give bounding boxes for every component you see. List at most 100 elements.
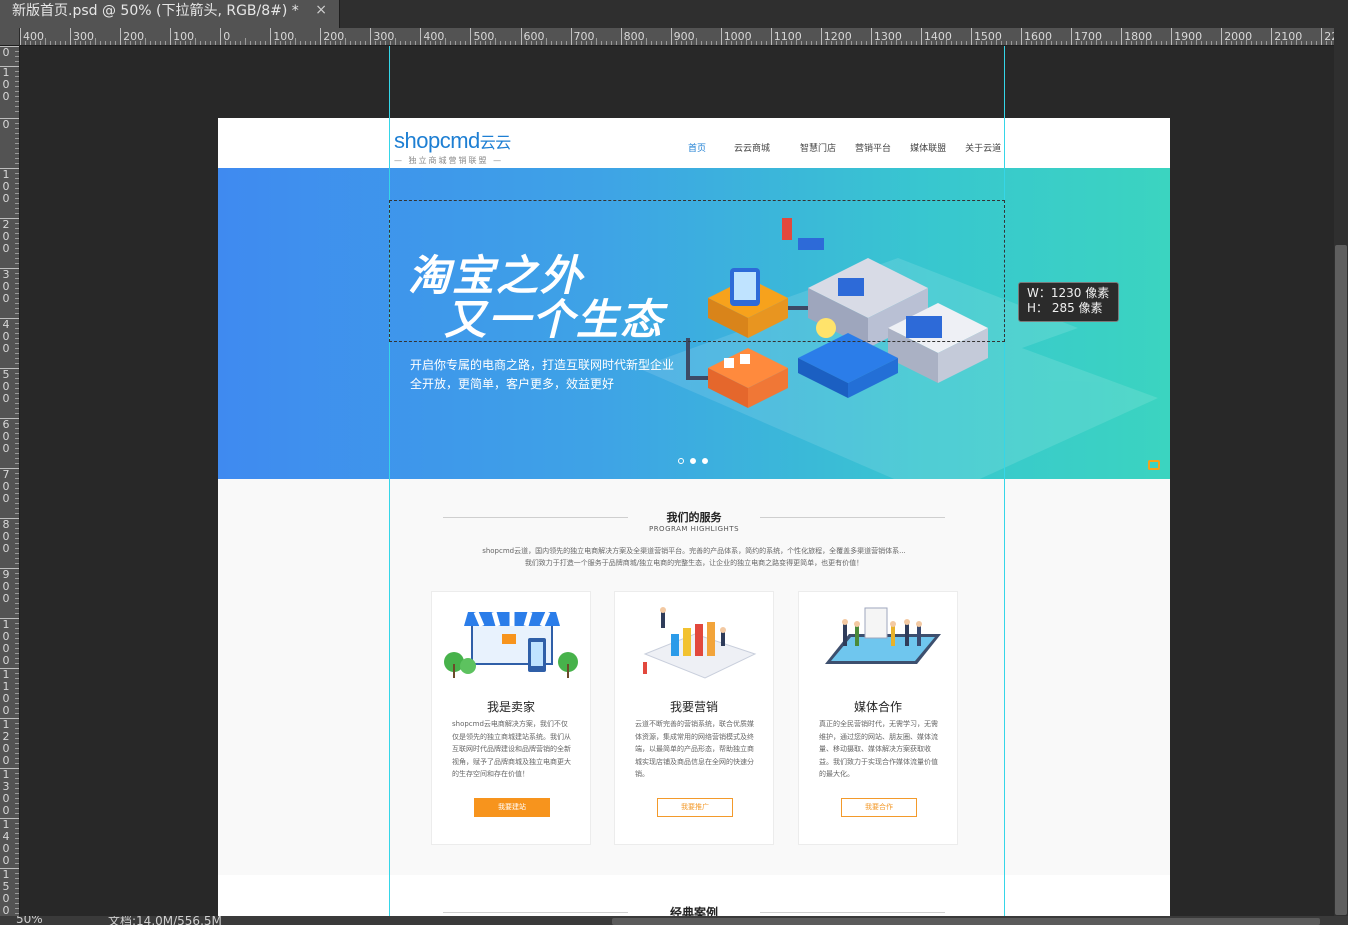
- ruler-tick: [305, 41, 307, 45]
- ruler-tick: [15, 398, 19, 399]
- service-card-marketing[interactable]: 我要营销 云道不断完善的营销系统，联合优质媒体资源，集成常用的网络营销模式及终端…: [614, 591, 774, 845]
- ruler-tick: [15, 378, 19, 379]
- ruler-tick: [15, 143, 19, 144]
- ruler-tick: [1176, 41, 1178, 45]
- ruler-tick: [15, 583, 19, 584]
- ruler-tick: [15, 438, 19, 439]
- ruler-tick: [15, 298, 19, 299]
- ruler-tick: [15, 263, 19, 264]
- ruler-tick: [15, 878, 19, 879]
- ruler-tick: [15, 888, 19, 889]
- ruler-tick: [15, 493, 19, 494]
- ruler-tick: [15, 238, 19, 239]
- ruler-tick: [15, 413, 19, 414]
- nav-item-media[interactable]: 媒体联盟: [910, 141, 946, 154]
- horizontal-ruler[interactable]: 400 300 200 100 0 100 200 300 400 500 600 700 800 900…: [20, 28, 1334, 46]
- ruler-tick: [825, 41, 827, 45]
- services-section: 我们的服务 PROGRAM HIGHLIGHTS shopcmd云道，国内领先的…: [218, 479, 1170, 875]
- marquee-selection[interactable]: [389, 200, 1005, 342]
- ruler-tick: [255, 41, 257, 45]
- service-card-media[interactable]: 媒体合作 真正的全民营销时代，无需学习，无需维护，通过您的网站、朋友圈、媒体流量…: [798, 591, 958, 845]
- ruler-tick: [15, 81, 19, 82]
- ruler-tick: [560, 41, 562, 45]
- ruler-tick: [385, 41, 387, 45]
- ruler-tick: [975, 41, 977, 45]
- ruler-tick: [885, 41, 887, 45]
- carousel-dot[interactable]: [678, 458, 684, 464]
- close-icon[interactable]: ×: [315, 0, 327, 20]
- ruler-tick: [745, 38, 747, 45]
- services-desc-line1: shopcmd云道，国内领先的独立电商解决方案及全渠道营销平台。完善的产品体系，…: [482, 547, 906, 555]
- service-card-seller[interactable]: 我是卖家 shopcmd云电商解决方案，我们不仅仅是领先的独立商城建站系统。我们…: [431, 591, 591, 845]
- zoom-level[interactable]: 50%: [16, 916, 43, 925]
- ruler-tick: [15, 61, 19, 62]
- vertical-ruler[interactable]: 0100010020030040050060070080090010001100…: [0, 46, 20, 916]
- ruler-tick: [1216, 41, 1218, 45]
- promote-button[interactable]: 我要推广: [657, 798, 733, 817]
- ruler-tick: [95, 38, 97, 45]
- ruler-tick: [645, 38, 647, 45]
- ruler-tick: [15, 91, 19, 92]
- nav-item-about[interactable]: 关于云道: [965, 141, 1001, 154]
- document-tab[interactable]: 新版首页.psd @ 50% (下拉箭头, RGB/8#) * ×: [0, 0, 340, 28]
- ruler-tick: [15, 563, 19, 564]
- ruler-tick: [235, 41, 237, 45]
- ruler-corner[interactable]: [0, 28, 20, 46]
- document-tab-bar: 新版首页.psd @ 50% (下拉箭头, RGB/8#) * ×: [0, 0, 1348, 28]
- chat-icon[interactable]: [1148, 460, 1160, 470]
- ruler-tick: [40, 41, 42, 45]
- ruler-tick: [65, 41, 67, 45]
- ruler-tick: [1116, 41, 1118, 45]
- horizontal-scrollbar-thumb[interactable]: [612, 918, 1320, 925]
- ruler-tick: [15, 258, 19, 259]
- ruler-tick: [535, 41, 537, 45]
- ruler-tick: [380, 41, 382, 45]
- ruler-tick: [340, 41, 342, 45]
- ruler-tick: [850, 41, 852, 45]
- ruler-tick: [15, 293, 19, 294]
- nav-item-home[interactable]: 首页: [688, 141, 706, 154]
- carousel-dot-active[interactable]: [690, 458, 696, 464]
- ruler-tick: [1301, 41, 1303, 45]
- ruler-tick: [15, 588, 19, 589]
- ruler-tick: [15, 183, 19, 184]
- ruler-tick: [30, 41, 31, 45]
- ruler-tick: [15, 56, 19, 57]
- carousel-dot[interactable]: [702, 458, 708, 464]
- nav-item-marketing[interactable]: 营销平台: [855, 141, 891, 154]
- card-text: shopcmd云电商解决方案，我们不仅仅是领先的独立商城建站系统。我们从互联网时…: [452, 720, 571, 778]
- site-logo[interactable]: shopcmd云云 — 独立商城营销联盟 —: [394, 128, 511, 166]
- ruler-tick: [365, 41, 367, 45]
- ruler-tick: [630, 41, 632, 45]
- cooperate-button[interactable]: 我要合作: [841, 798, 917, 817]
- ruler-tick: [15, 728, 19, 729]
- ruler-tick: [1046, 38, 1048, 45]
- ruler-tick: [15, 533, 19, 534]
- ruler-tick: [1005, 41, 1007, 45]
- build-site-button[interactable]: 我要建站: [474, 798, 550, 817]
- ruler-tick: [415, 41, 417, 45]
- guide-line-right[interactable]: [1004, 46, 1005, 916]
- ruler-tick: [15, 898, 19, 899]
- ruler-tick: [15, 433, 19, 434]
- nav-item-mall[interactable]: 云云商城: [734, 141, 770, 154]
- ruler-tick: [585, 41, 587, 45]
- ruler-tick: [640, 41, 642, 45]
- ruler-tick: [800, 41, 802, 45]
- ruler-tick: [725, 41, 727, 45]
- card-title: 我是卖家: [486, 700, 535, 714]
- ruler-tick: [1076, 41, 1078, 45]
- banner-subtitle-line2: 全开放，更简单，客户更多，效益更好: [410, 377, 615, 391]
- ruler-tick: [165, 41, 167, 45]
- vertical-scrollbar-thumb[interactable]: [1335, 245, 1347, 915]
- guide-line-left[interactable]: [389, 46, 390, 916]
- ruler-tick: [15, 813, 19, 814]
- ruler-tick: [700, 41, 702, 45]
- ruler-tick: [15, 853, 19, 854]
- nav-item-smart-store[interactable]: 智慧门店: [800, 141, 836, 154]
- ruler-tick: [15, 383, 19, 384]
- ruler-tick: [935, 41, 937, 45]
- ruler-tick: [15, 673, 19, 674]
- ruler-tick: [980, 41, 982, 45]
- ruler-tick: [955, 41, 957, 45]
